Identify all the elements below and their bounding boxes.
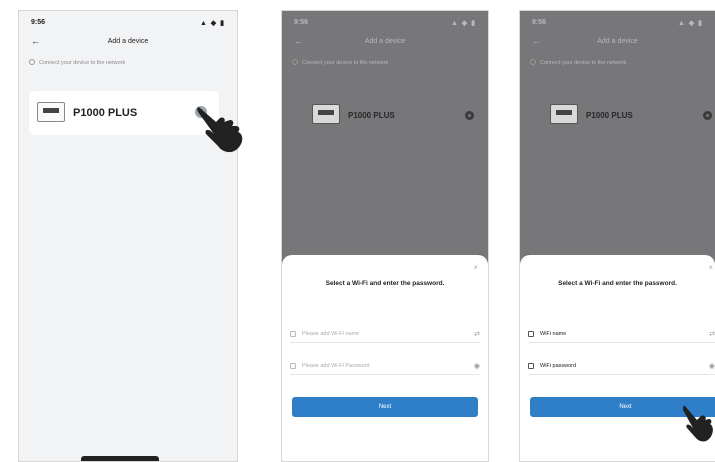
next-button[interactable]: Next xyxy=(292,397,478,417)
status-time: 9:56 xyxy=(31,19,46,26)
hint-label: Connect your device to the network xyxy=(302,60,389,66)
device-image xyxy=(37,102,65,122)
page-title: Add a device xyxy=(364,38,406,45)
device-name: P1000 PLUS xyxy=(586,111,633,120)
wifi-password-field[interactable]: WiFi password ◉ xyxy=(528,359,715,375)
device-card: P1000 PLUS xyxy=(542,93,712,137)
page-title: Add a device xyxy=(597,38,638,45)
gear-icon xyxy=(465,111,474,120)
info-icon xyxy=(29,59,35,65)
device-card: P1000 PLUS xyxy=(304,93,474,137)
gear-icon xyxy=(703,111,712,120)
close-icon[interactable]: × xyxy=(473,263,478,272)
eye-icon[interactable]: ◉ xyxy=(474,362,480,370)
device-name: P1000 PLUS xyxy=(348,111,395,120)
wifi-name-placeholder: Please add Wi-Fi name xyxy=(302,331,360,337)
status-bar: 9:56 ▲ ◆ ▮ xyxy=(19,17,237,29)
device-card[interactable]: P1000 PLUS xyxy=(29,91,219,135)
lock-icon xyxy=(528,363,534,369)
device-image xyxy=(550,104,578,124)
hint-text: Connect your device to the network xyxy=(29,59,227,66)
nav-bar: ← Add a device xyxy=(282,35,488,49)
wifi-name-field[interactable]: WiFi name ⇄ xyxy=(528,327,715,343)
page-title: Add a device xyxy=(107,38,149,45)
nav-bar: ← Add a device xyxy=(19,35,237,49)
wifi-password-value: WiFi password xyxy=(540,363,577,369)
sheet-title: Select a Wi-Fi and enter the password. xyxy=(325,280,445,287)
info-icon xyxy=(292,59,298,65)
status-bar: 9:56 ▲ ◆ ▮ xyxy=(282,17,488,29)
hint-label: Connect your device to the network xyxy=(39,60,126,66)
wifi-sheet: × Select a Wi-Fi and enter the password.… xyxy=(282,255,488,461)
close-icon[interactable]: × xyxy=(708,263,713,272)
status-time: 9:56 xyxy=(294,19,309,26)
home-indicator xyxy=(81,456,159,461)
wifi-icon xyxy=(290,331,296,337)
sheet-title: Select a Wi-Fi and enter the password. xyxy=(558,280,677,287)
info-icon xyxy=(530,59,536,65)
signal-icons: ▲ ◆ ▮ xyxy=(199,20,225,27)
wifi-name-value: WiFi name xyxy=(540,331,567,337)
hint-text: Connect your device to the network xyxy=(292,59,478,66)
phone-screen-wifi-filled: 9:56 ▲ ◆ ▮ ← Add a device Connect your d… xyxy=(519,10,715,462)
pointing-hand-icon xyxy=(196,104,248,156)
wifi-password-field[interactable]: Please add Wi-Fi Password ◉ xyxy=(290,359,480,375)
wifi-name-field[interactable]: Please add Wi-Fi name ⇄ xyxy=(290,327,480,343)
device-image xyxy=(312,104,340,124)
pointing-hand-icon xyxy=(683,404,715,444)
phone-screen-wifi-empty: 9:56 ▲ ◆ ▮ ← Add a device Connect your d… xyxy=(281,10,489,462)
wifi-icon xyxy=(528,331,534,337)
status-bar: 9:56 ▲ ◆ ▮ xyxy=(520,17,715,29)
switch-icon[interactable]: ⇄ xyxy=(474,330,480,338)
device-name: P1000 PLUS xyxy=(73,107,138,119)
wifi-password-placeholder: Please add Wi-Fi Password xyxy=(302,363,370,369)
status-time: 9:56 xyxy=(532,19,547,26)
signal-icons: ▲ ◆ ▮ xyxy=(450,20,476,27)
nav-bar: ← Add a device xyxy=(520,35,715,49)
phone-screen-device-list: 9:56 ▲ ◆ ▮ ← Add a device Connect your d… xyxy=(18,10,238,462)
signal-icons: ▲ ◆ ▮ xyxy=(677,20,703,27)
hint-text: Connect your device to the network xyxy=(530,59,705,66)
lock-icon xyxy=(290,363,296,369)
eye-icon[interactable]: ◉ xyxy=(709,362,715,370)
switch-icon[interactable]: ⇄ xyxy=(709,330,715,338)
hint-label: Connect your device to the network xyxy=(540,60,627,66)
